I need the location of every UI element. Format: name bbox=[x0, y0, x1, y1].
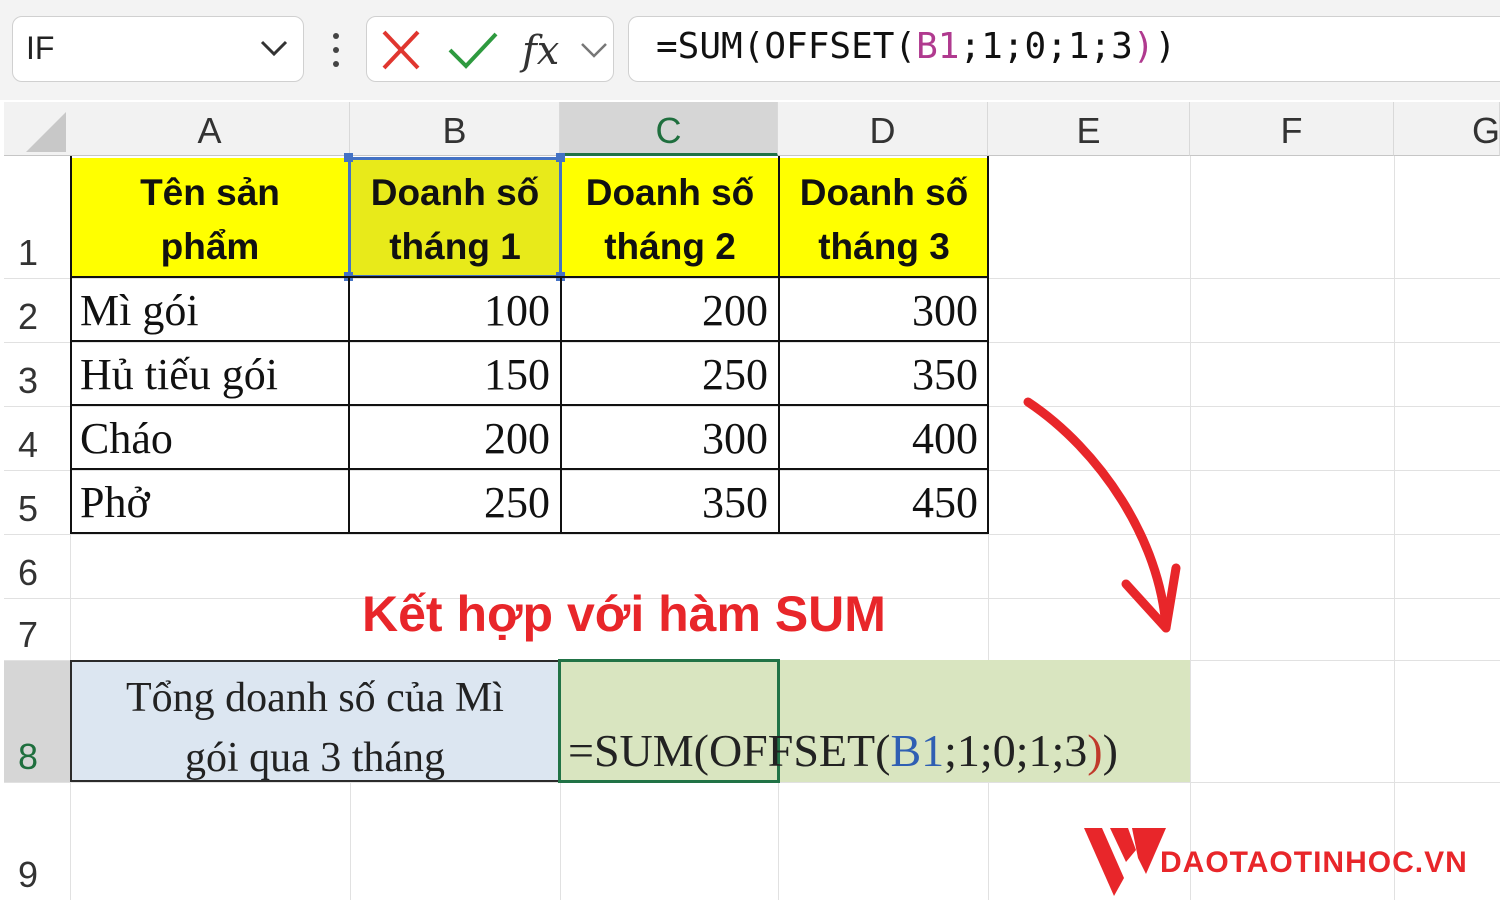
table-border bbox=[778, 156, 780, 534]
table-border bbox=[70, 340, 989, 342]
row-header-2[interactable]: 2 bbox=[4, 278, 70, 342]
row-header-5[interactable]: 5 bbox=[4, 470, 70, 534]
gridline bbox=[778, 782, 779, 900]
header-line: tháng 3 bbox=[818, 226, 950, 267]
column-header-g[interactable]: G bbox=[1394, 102, 1500, 156]
row-header-8[interactable]: 8 bbox=[4, 660, 70, 782]
arrow-down-icon bbox=[1023, 397, 1181, 633]
gridline bbox=[1394, 156, 1395, 900]
header-cell-product[interactable]: Tên sản phẩm bbox=[72, 158, 348, 276]
table-border bbox=[560, 278, 562, 534]
cell-c3[interactable]: 250 bbox=[562, 344, 778, 406]
resize-handle[interactable] bbox=[556, 153, 565, 162]
table-border bbox=[987, 156, 989, 534]
cell-c4[interactable]: 300 bbox=[562, 408, 778, 470]
column-header-d[interactable]: D bbox=[778, 102, 988, 156]
cell-b4[interactable]: 200 bbox=[350, 408, 560, 470]
resize-handle[interactable] bbox=[344, 153, 353, 162]
table-border bbox=[70, 468, 989, 470]
logo-text: DAOTAOTINHOC.VN bbox=[1160, 846, 1468, 879]
column-header-f[interactable]: F bbox=[1190, 102, 1394, 156]
row-header-1[interactable]: 1 bbox=[4, 156, 70, 278]
cell-b3[interactable]: 150 bbox=[350, 344, 560, 406]
gridline bbox=[560, 782, 561, 900]
cell-a3[interactable]: Hủ tiếu gói bbox=[72, 344, 348, 406]
header-cell-month3[interactable]: Doanh số tháng 3 bbox=[780, 158, 988, 276]
header-line: Doanh số bbox=[585, 172, 755, 213]
table-border bbox=[70, 404, 989, 406]
gridline bbox=[4, 534, 1500, 535]
name-box-value: IF bbox=[26, 30, 55, 66]
annotation-text: Kết hợp với hàm SUM bbox=[362, 586, 886, 642]
enter-icon[interactable] bbox=[446, 28, 500, 72]
cell-d2[interactable]: 300 bbox=[780, 280, 988, 342]
formula-text: =SUM(OFFSET(B1;1;0;1;3)) bbox=[656, 26, 1177, 67]
fx-icon[interactable]: fx bbox=[518, 22, 612, 76]
sum-label-cell[interactable]: Tổng doanh số của Mì gói qua 3 tháng bbox=[70, 660, 560, 782]
table-border bbox=[70, 532, 989, 534]
gridline bbox=[4, 470, 1500, 471]
row-header-9[interactable]: 9 bbox=[4, 782, 70, 900]
more-vert-icon[interactable] bbox=[326, 28, 346, 72]
table-border bbox=[70, 276, 989, 278]
gridline bbox=[4, 278, 1500, 279]
formula-cell-text: =SUM(OFFSET(B1;1;0;1;3)) bbox=[568, 725, 1118, 776]
column-header-c[interactable]: C bbox=[560, 102, 778, 156]
reference-highlight-b1 bbox=[348, 157, 562, 278]
sum-label-line: Tổng doanh số của Mì bbox=[126, 675, 504, 721]
chevron-down-icon[interactable] bbox=[256, 30, 292, 66]
header-line: Doanh số bbox=[799, 172, 969, 213]
cell-a4[interactable]: Cháo bbox=[72, 408, 348, 470]
column-header-e[interactable]: E bbox=[988, 102, 1190, 156]
cell-a2[interactable]: Mì gói bbox=[72, 280, 348, 342]
select-all-corner[interactable] bbox=[4, 102, 70, 156]
row-header-3[interactable]: 3 bbox=[4, 342, 70, 406]
column-header-b[interactable]: B bbox=[350, 102, 560, 156]
cell-d5[interactable]: 450 bbox=[780, 472, 988, 534]
row-header-7[interactable]: 7 bbox=[4, 598, 70, 660]
row-header-4[interactable]: 4 bbox=[4, 406, 70, 470]
cell-c5[interactable]: 350 bbox=[562, 472, 778, 534]
header-line: phẩm bbox=[160, 226, 260, 267]
table-border bbox=[348, 278, 350, 534]
header-cell-month2[interactable]: Doanh số tháng 2 bbox=[562, 158, 778, 276]
gridline bbox=[350, 782, 351, 900]
cell-d3[interactable]: 350 bbox=[780, 344, 988, 406]
sum-label-line: gói qua 3 tháng bbox=[184, 735, 446, 781]
table-border bbox=[70, 156, 72, 534]
cell-a5[interactable]: Phở bbox=[72, 472, 348, 534]
logo-icon bbox=[1084, 828, 1166, 896]
row-header-6[interactable]: 6 bbox=[4, 534, 70, 598]
cancel-icon[interactable] bbox=[378, 28, 424, 72]
gridline bbox=[4, 406, 1500, 407]
gridline bbox=[4, 342, 1500, 343]
cell-b2[interactable]: 100 bbox=[350, 280, 560, 342]
header-line: Tên sản bbox=[140, 172, 280, 213]
select-all-icon bbox=[26, 112, 66, 152]
cell-b5[interactable]: 250 bbox=[350, 472, 560, 534]
column-header-a[interactable]: A bbox=[70, 102, 350, 156]
header-line: tháng 2 bbox=[604, 226, 736, 267]
cell-c2[interactable]: 200 bbox=[562, 280, 778, 342]
cell-d4[interactable]: 400 bbox=[780, 408, 988, 470]
svg-text:fx: fx bbox=[519, 28, 559, 74]
